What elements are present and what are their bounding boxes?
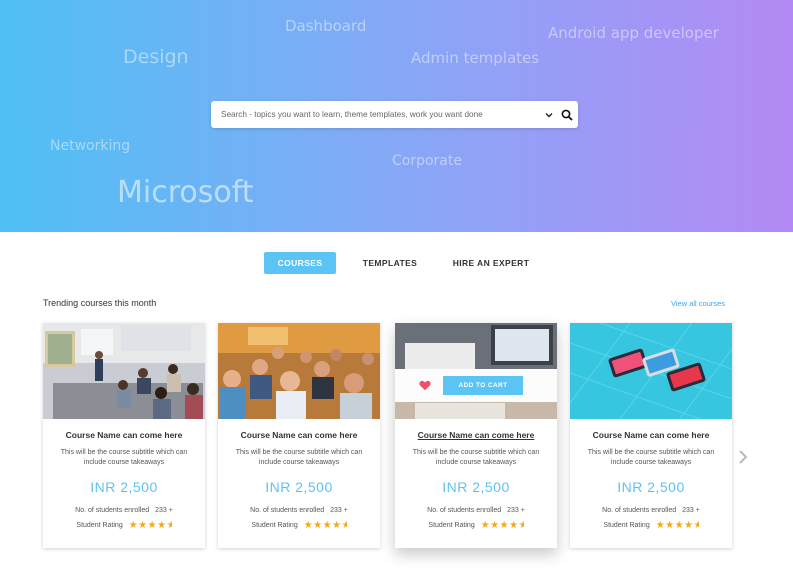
star-rating: ★★★★★ [480,520,524,531]
tab-templates[interactable]: TEMPLATES [354,252,426,274]
rating-label: Student Rating [428,522,475,529]
course-price: INR 2,500 [265,479,333,495]
add-to-cart-button[interactable]: ADD TO CART [443,376,523,395]
course-image [570,323,732,419]
course-subtitle: This will be the course subtitle which c… [60,449,188,466]
course-subtitle: This will be the course subtitle which c… [587,449,715,466]
enrolled-count: 233 + [682,507,700,514]
course-image [43,323,205,419]
tag-word-microsoft[interactable]: Microsoft [117,175,254,210]
course-price: INR 2,500 [442,479,510,495]
tag-word-design[interactable]: Design [123,46,189,68]
enrolled-label: No. of students enrolled [250,507,325,514]
course-subtitle: This will be the course subtitle which c… [235,449,363,466]
hero-banner: Dashboard Design Admin templates Android… [0,0,793,232]
tab-courses[interactable]: COURSES [264,252,336,274]
tab-hire-an-expert[interactable]: HIRE AN EXPERT [446,252,536,274]
star-rating: ★★★★★ [303,520,347,531]
rating-row: Student Rating ★★★★★ [218,520,380,531]
course-card[interactable]: ADD TO CART Course Name can come here Th… [395,323,557,548]
rating-row: Student Rating ★★★★★ [43,520,205,531]
chevron-right-icon[interactable] [736,448,750,466]
rating-label: Student Rating [603,522,650,529]
card-hover-overlay: ADD TO CART [395,369,557,402]
enrolled-row: No. of students enrolled 233 + [570,507,732,514]
course-name[interactable]: Course Name can come here [218,430,380,442]
course-image [218,323,380,419]
tag-word-corporate[interactable]: Corporate [392,153,462,169]
course-name[interactable]: Course Name can come here [43,430,205,442]
tag-word-android[interactable]: Android app developer [548,24,719,42]
star-rating: ★★★★★ [128,520,172,531]
enrolled-label: No. of students enrolled [602,507,677,514]
category-tabs: COURSES TEMPLATES HIRE AN EXPERT [0,252,793,274]
rating-row: Student Rating ★★★★★ [570,520,732,531]
enrolled-row: No. of students enrolled 233 + [218,507,380,514]
rating-label: Student Rating [251,522,298,529]
tag-word-networking[interactable]: Networking [50,138,130,154]
view-all-courses-link[interactable]: View all courses [671,299,725,308]
search-bar [211,101,578,128]
course-card[interactable]: Course Name can come here This will be t… [43,323,205,548]
enrolled-count: 233 + [155,507,173,514]
enrolled-label: No. of students enrolled [75,507,150,514]
enrolled-label: No. of students enrolled [427,507,502,514]
rating-row: Student Rating ★★★★★ [395,520,557,531]
rating-label: Student Rating [76,522,123,529]
course-name[interactable]: Course Name can come here [570,430,732,442]
section-title: Trending courses this month [43,298,157,308]
tag-word-admin-templates[interactable]: Admin templates [411,49,539,67]
search-input[interactable] [211,101,542,128]
search-icon[interactable] [556,101,578,128]
chevron-down-icon[interactable] [542,101,556,128]
enrolled-count: 233 + [507,507,525,514]
course-image: ADD TO CART [395,323,557,419]
enrolled-row: No. of students enrolled 233 + [395,507,557,514]
enrolled-row: No. of students enrolled 233 + [43,507,205,514]
course-card[interactable]: Course Name can come here This will be t… [570,323,732,548]
course-card[interactable]: Course Name can come here This will be t… [218,323,380,548]
heart-icon[interactable] [419,380,433,391]
star-rating: ★★★★★ [655,520,699,531]
course-price: INR 2,500 [617,479,685,495]
course-price: INR 2,500 [90,479,158,495]
course-name[interactable]: Course Name can come here [395,430,557,442]
course-subtitle: This will be the course subtitle which c… [412,449,540,466]
enrolled-count: 233 + [330,507,348,514]
tag-word-dashboard[interactable]: Dashboard [285,17,366,35]
